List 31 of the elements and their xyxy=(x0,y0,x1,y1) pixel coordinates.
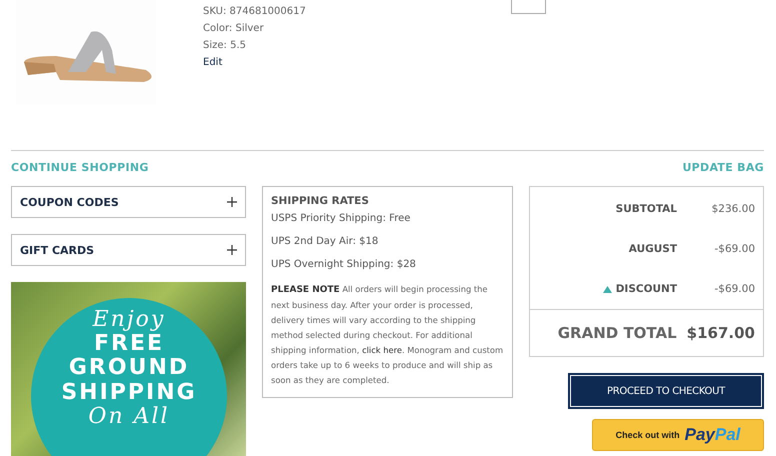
summary-label: AUGUST xyxy=(628,243,677,255)
summary-value: -$69.00 xyxy=(713,243,755,255)
shipping-rate: USPS Priority Shipping: Free xyxy=(271,213,410,224)
edit-link[interactable]: Edit xyxy=(203,57,222,68)
shipping-rate: UPS 2nd Day Air: $18 xyxy=(271,236,378,247)
paypal-button[interactable]: Check out with PayPal xyxy=(592,419,764,451)
banner-text: SHIPPING xyxy=(61,380,197,405)
shipping-note: PLEASE NOTE All orders will begin processing the next business day. After your order is processed, delivery times will vary according to the shipping method selected during checkout. For additional shipping information, click here. Monogram and custom orders take up to 6 weeks to produce and will ship as soon as they are completed. xyxy=(271,283,504,387)
sku-text: SKU: 874681000617 xyxy=(203,6,306,17)
click-here-link[interactable]: click here xyxy=(362,345,402,355)
color-text: Color: Silver xyxy=(203,23,264,34)
banner-text: Enjoy xyxy=(92,308,166,332)
accordion-header[interactable]: COUPON CODES xyxy=(11,186,246,218)
size-text: Size: 5.5 xyxy=(203,40,246,51)
plus-icon xyxy=(227,197,237,207)
shipping-rate: UPS Overnight Shipping: $28 xyxy=(271,259,416,270)
grand-total-value: $167.00 xyxy=(686,324,755,342)
summary-label: SUBTOTAL xyxy=(616,203,677,215)
banner-text: On All xyxy=(88,404,170,429)
triangle-up-icon[interactable] xyxy=(602,286,612,292)
plus-icon xyxy=(227,245,237,255)
quantity-field[interactable] xyxy=(511,0,546,14)
banner-text: GROUND xyxy=(68,356,190,381)
summary-value: $236.00 xyxy=(710,203,755,215)
checkout-button[interactable]: PROCEED TO CHECKOUT xyxy=(568,373,764,409)
summary-label: DISCOUNT xyxy=(616,283,677,295)
panel-title: SHIPPING RATES xyxy=(271,195,369,207)
banner-text: FREE xyxy=(94,332,164,356)
summary-value: -$69.00 xyxy=(713,283,755,295)
accordion-header[interactable]: GIFT CARDS xyxy=(11,234,246,266)
grand-total-label: GRAND TOTAL xyxy=(558,324,677,342)
